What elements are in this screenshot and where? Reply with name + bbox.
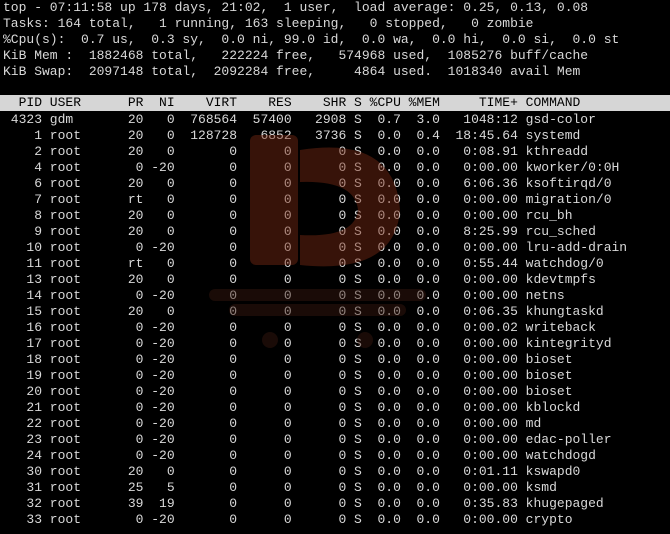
- process-row: 19 root 0 -20 0 0 0 S 0.0 0.0 0:00.00 bi…: [3, 368, 573, 383]
- process-row: 11 root rt 0 0 0 0 S 0.0 0.0 0:55.44 wat…: [3, 256, 604, 271]
- process-row: 9 root 20 0 0 0 0 S 0.0 0.0 8:25.99 rcu_…: [3, 224, 596, 239]
- process-row: 4323 gdm 20 0 768564 57400 2908 S 0.7 3.…: [3, 112, 596, 127]
- process-row: 30 root 20 0 0 0 0 S 0.0 0.0 0:01.11 ksw…: [3, 464, 581, 479]
- process-row: 21 root 0 -20 0 0 0 S 0.0 0.0 0:00.00 kb…: [3, 400, 581, 415]
- process-row: 14 root 0 -20 0 0 0 S 0.0 0.0 0:00.00 ne…: [3, 288, 565, 303]
- process-table-header: PID USER PR NI VIRT RES SHR S %CPU %MEM …: [0, 95, 670, 111]
- process-row: 7 root rt 0 0 0 0 S 0.0 0.0 0:00.00 migr…: [3, 192, 612, 207]
- swap-summary-line: KiB Swap: 2097148 total, 2092284 free, 4…: [3, 64, 581, 79]
- process-row: 8 root 20 0 0 0 0 S 0.0 0.0 0:00.00 rcu_…: [3, 208, 573, 223]
- process-row: 16 root 0 -20 0 0 0 S 0.0 0.0 0:00.02 wr…: [3, 320, 596, 335]
- memory-summary-line: KiB Mem : 1882468 total, 222224 free, 57…: [3, 48, 589, 63]
- process-row: 4 root 0 -20 0 0 0 S 0.0 0.0 0:00.00 kwo…: [3, 160, 620, 175]
- process-row: 15 root 20 0 0 0 0 S 0.0 0.0 0:06.35 khu…: [3, 304, 604, 319]
- process-row: 20 root 0 -20 0 0 0 S 0.0 0.0 0:00.00 bi…: [3, 384, 573, 399]
- process-row: 33 root 0 -20 0 0 0 S 0.0 0.0 0:00.00 cr…: [3, 512, 573, 527]
- terminal-window[interactable]: top - 07:11:58 up 178 days, 21:02, 1 use…: [0, 0, 670, 534]
- process-row: 6 root 20 0 0 0 0 S 0.0 0.0 6:06.36 ksof…: [3, 176, 612, 191]
- process-row: 2 root 20 0 0 0 0 S 0.0 0.0 0:08.91 kthr…: [3, 144, 589, 159]
- process-row: 18 root 0 -20 0 0 0 S 0.0 0.0 0:00.00 bi…: [3, 352, 573, 367]
- process-row: 24 root 0 -20 0 0 0 S 0.0 0.0 0:00.00 wa…: [3, 448, 596, 463]
- process-row: 10 root 0 -20 0 0 0 S 0.0 0.0 0:00.00 lr…: [3, 240, 628, 255]
- process-row: 32 root 39 19 0 0 0 S 0.0 0.0 0:35.83 kh…: [3, 496, 604, 511]
- process-row: 13 root 20 0 0 0 0 S 0.0 0.0 0:00.00 kde…: [3, 272, 596, 287]
- process-row: 22 root 0 -20 0 0 0 S 0.0 0.0 0:00.00 md: [3, 416, 542, 431]
- process-row: 17 root 0 -20 0 0 0 S 0.0 0.0 0:00.00 ki…: [3, 336, 612, 351]
- uptime-summary-line: top - 07:11:58 up 178 days, 21:02, 1 use…: [3, 0, 589, 15]
- column-headers: PID USER PR NI VIRT RES SHR S %CPU %MEM …: [3, 95, 581, 110]
- cpu-summary-line: %Cpu(s): 0.7 us, 0.3 sy, 0.0 ni, 99.0 id…: [3, 32, 620, 47]
- process-row: 31 root 25 5 0 0 0 S 0.0 0.0 0:00.00 ksm…: [3, 480, 557, 495]
- process-row: 23 root 0 -20 0 0 0 S 0.0 0.0 0:00.00 ed…: [3, 432, 612, 447]
- process-row: 1 root 20 0 128728 6852 3736 S 0.0 0.4 1…: [3, 128, 581, 143]
- tasks-summary-line: Tasks: 164 total, 1 running, 163 sleepin…: [3, 16, 534, 31]
